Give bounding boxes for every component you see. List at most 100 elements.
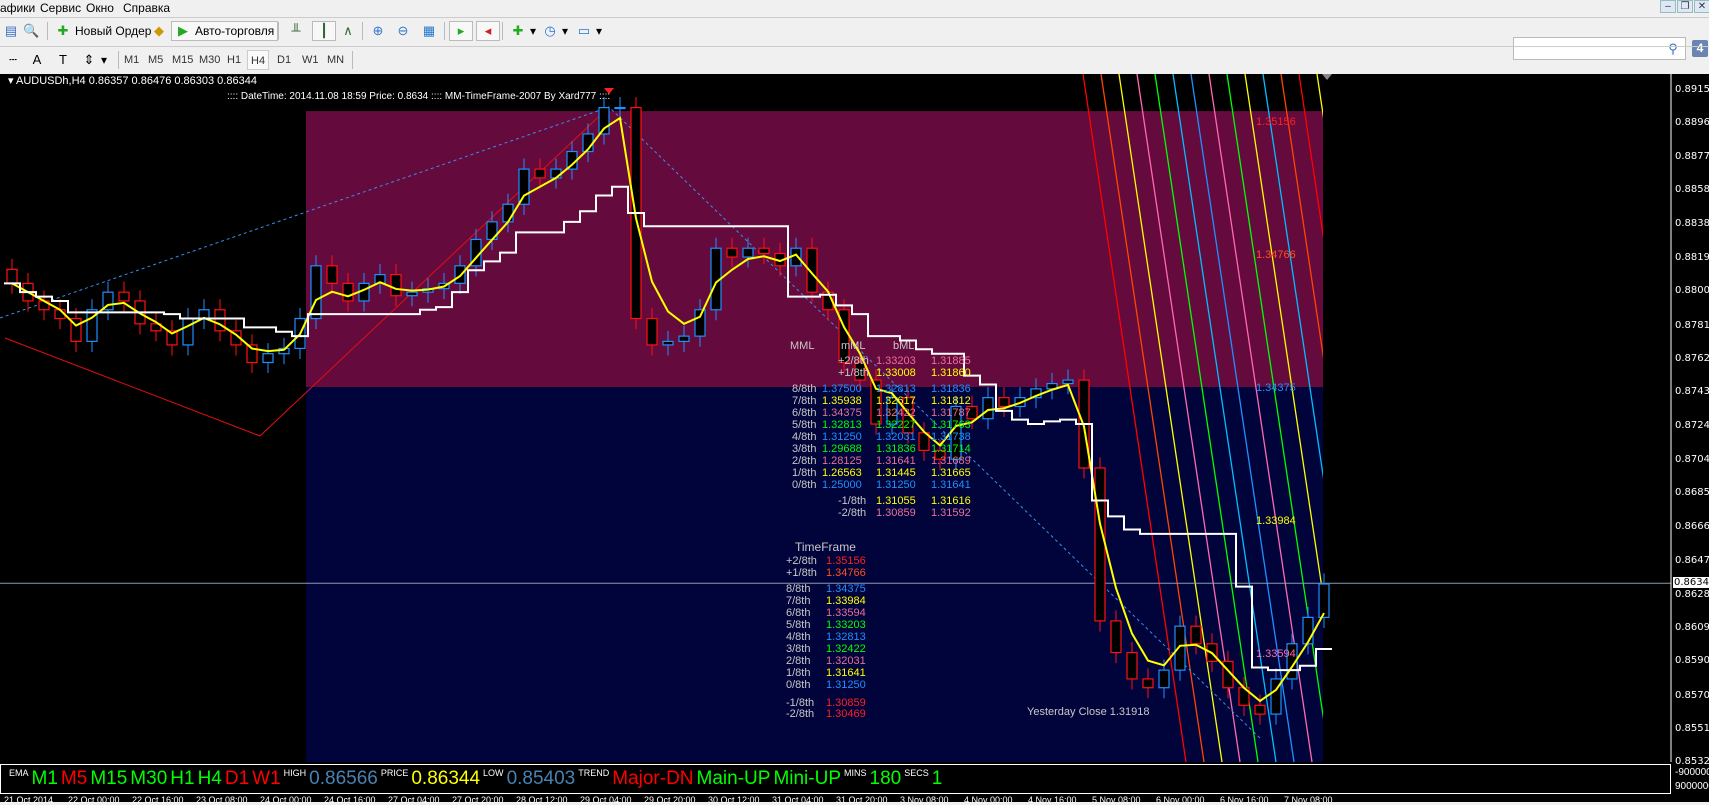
- minimize-button[interactable]: –: [1660, 0, 1676, 13]
- bar-chart-button[interactable]: ╨: [285, 21, 307, 41]
- timeframe-d1[interactable]: D1: [274, 50, 294, 70]
- text-label-button[interactable]: T: [52, 50, 74, 70]
- mml-value: 1.26563: [822, 467, 862, 479]
- window-icon: ▤: [4, 23, 18, 38]
- indicators-button[interactable]: ✚ ▾: [507, 21, 539, 41]
- fan-level-label: 1.34766: [1256, 249, 1296, 261]
- price-tick: 0.87620: [1675, 352, 1709, 364]
- time-tick: 24 Oct 16:00: [324, 795, 376, 805]
- price-tick: 0.86280: [1675, 588, 1709, 600]
- timeframe-value: 1.31641: [826, 667, 866, 679]
- timeframe-row-label: +2/8th: [786, 555, 817, 567]
- candle-body: [182, 317, 194, 346]
- timeframe-m5[interactable]: M5: [145, 50, 166, 70]
- template-icon: ▭: [577, 23, 591, 38]
- candle-body: [742, 247, 754, 258]
- price-tick: 0.88005: [1675, 285, 1709, 297]
- candle-body: [662, 340, 674, 346]
- timeframe-value: 1.35156: [826, 555, 866, 567]
- meta-editor-button[interactable]: ◆: [148, 21, 170, 41]
- timeframe-value: 1.30469: [826, 708, 866, 720]
- candle-body: [982, 397, 994, 420]
- timeframe-m1[interactable]: M1: [121, 50, 142, 70]
- timeframe-w1[interactable]: W1: [299, 50, 322, 70]
- candle-body: [726, 247, 738, 258]
- timeframe-m15[interactable]: M15: [169, 50, 196, 70]
- price-tick: 0.85325: [1675, 756, 1709, 768]
- clock-icon: ◷: [544, 23, 556, 38]
- restore-button[interactable]: ❐: [1677, 0, 1693, 13]
- templates-button[interactable]: ▭ ▾: [573, 21, 605, 41]
- fibo-button[interactable]: ┄: [2, 50, 24, 70]
- candle-body: [550, 168, 562, 179]
- menu-help[interactable]: Справка: [123, 1, 170, 15]
- candle-body: [1110, 620, 1122, 654]
- navigator-button[interactable]: 🔍: [20, 21, 42, 41]
- menu-service[interactable]: Сервис: [40, 1, 81, 15]
- auto-scroll-button[interactable]: ▸: [449, 21, 473, 41]
- price-tick: 0.87810: [1675, 319, 1709, 331]
- chart-shift-button[interactable]: ◂: [476, 21, 500, 41]
- candle-body: [502, 203, 514, 223]
- new-order-button[interactable]: ✚ Новый Ордер: [52, 21, 154, 41]
- mml-value: 1.31763: [931, 419, 971, 431]
- timeframe-row-label: 0/8th: [786, 679, 811, 691]
- periods-button[interactable]: ◷ ▾: [539, 21, 571, 41]
- indicator-subwindow: EMA M1 M5 M15 M30 H1 H4 D1 W1 HIGH 0.86566 PRICE 0.8…: [0, 764, 1671, 794]
- timeframe-m30[interactable]: M30: [196, 50, 223, 70]
- candle-body: [694, 309, 706, 337]
- candle-body: [454, 265, 466, 284]
- bar-chart-icon: ╨: [291, 23, 301, 38]
- timeframe-row-label: +1/8th: [786, 567, 817, 579]
- timeframe-h1[interactable]: H1: [224, 50, 244, 70]
- line-chart-button[interactable]: ∧: [337, 21, 359, 41]
- candle-body: [1126, 651, 1138, 680]
- candlestick-icon: ┃: [320, 23, 328, 38]
- timeframe-value: 1.32031: [826, 655, 866, 667]
- arrows-button[interactable]: ⇕ ▾: [78, 50, 110, 70]
- candlestick-button[interactable]: ┃: [312, 21, 336, 41]
- timeframe-row-label: 5/8th: [786, 619, 811, 631]
- zoom-in-icon: ⊕: [372, 23, 384, 38]
- price-tick: 0.88385: [1675, 218, 1709, 230]
- zoom-in-button[interactable]: ⊕: [367, 21, 389, 41]
- auto-scroll-icon: ▸: [457, 23, 465, 38]
- candle-body: [310, 265, 322, 320]
- profiles-button[interactable]: ▤: [0, 21, 22, 41]
- zoom-out-button[interactable]: ⊖: [392, 21, 414, 41]
- timeframe-h4[interactable]: H4: [247, 50, 270, 70]
- timeframe-value: 1.34375: [826, 583, 866, 595]
- indicator-item: M15: [90, 768, 128, 789]
- candle-body: [678, 335, 690, 342]
- price-tick: 0.87240: [1675, 419, 1709, 431]
- price-tick: 0.88960: [1675, 117, 1709, 129]
- price-tick: 0.87045: [1675, 454, 1709, 466]
- time-tick: 29 Oct 04:00: [580, 795, 632, 805]
- candle-body: [1062, 379, 1074, 385]
- timeframe-row-label: 2/8th: [786, 655, 811, 667]
- auto-trading-button[interactable]: ▶ Авто-торговля: [171, 21, 279, 41]
- mml-row-label: +2/8th: [838, 355, 869, 367]
- fan-level-label: 1.33984: [1256, 515, 1296, 527]
- timeframe-mn[interactable]: MN: [324, 50, 347, 70]
- indicators-icon: ✚: [512, 23, 524, 38]
- mml-row-label: 8/8th: [792, 383, 817, 395]
- indicator-item: LOW: [483, 768, 504, 778]
- chart-symbol-header: ▾ AUDUSDh,H4 0.86357 0.86476 0.86303 0.8…: [8, 75, 257, 87]
- price-chart[interactable]: ▾ AUDUSDh,H4 0.86357 0.86476 0.86303 0.8…: [0, 74, 1709, 805]
- menu-window[interactable]: Окно: [86, 1, 114, 15]
- text-button[interactable]: A: [26, 50, 48, 70]
- close-button[interactable]: ✕: [1694, 0, 1709, 13]
- mml-value: 1.31812: [931, 395, 971, 407]
- arrows-icon: ⇕: [83, 52, 95, 67]
- time-tick: 31 Oct 04:00: [772, 795, 824, 805]
- fan-level-label: 1.35156: [1256, 116, 1296, 128]
- mml-value: 1.32031: [876, 431, 916, 443]
- price-tick: 0.88580: [1675, 184, 1709, 196]
- mml-value: 1.31592: [931, 507, 971, 519]
- indicator-item: 0.86344: [411, 768, 481, 789]
- candle-body: [1142, 678, 1154, 689]
- time-tick: 6 Nov 16:00: [1220, 795, 1269, 805]
- tile-windows-button[interactable]: ▦: [418, 21, 440, 41]
- menu-charts[interactable]: афики: [0, 1, 35, 15]
